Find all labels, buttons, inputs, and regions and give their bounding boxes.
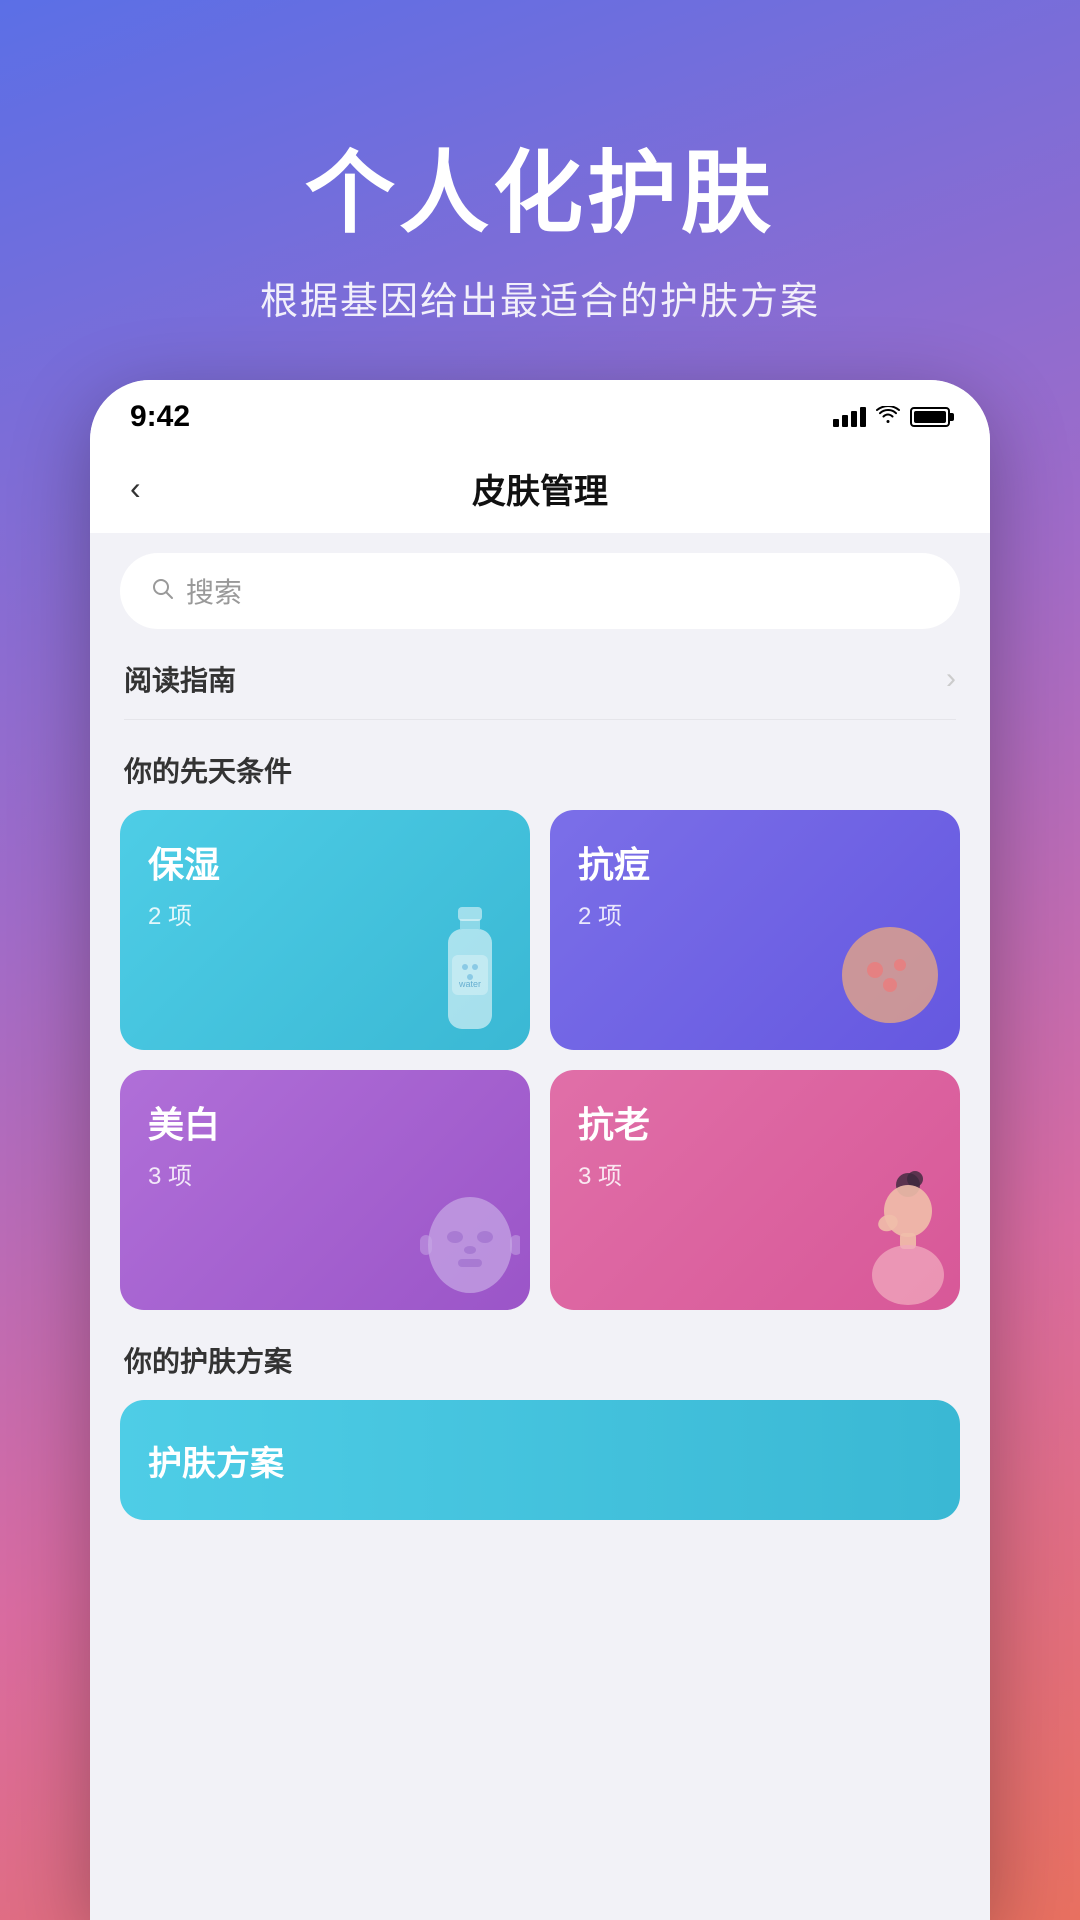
card-acne-title: 抗痘 bbox=[578, 836, 932, 888]
innate-section-label: 你的先天条件 bbox=[124, 750, 956, 790]
acne-illustration bbox=[830, 915, 940, 1030]
status-icons bbox=[833, 404, 950, 430]
card-whitening-title: 美白 bbox=[148, 1096, 502, 1148]
battery-icon bbox=[910, 407, 950, 427]
cards-grid: 保湿 2 项 bbox=[120, 810, 960, 1310]
card-moisture[interactable]: 保湿 2 项 bbox=[120, 810, 530, 1050]
guide-arrow-icon: › bbox=[946, 662, 956, 696]
card-moisture-title: 保湿 bbox=[148, 836, 502, 888]
status-bar: 9:42 bbox=[90, 380, 990, 444]
hero-subtitle: 根据基因给出最适合的护肤方案 bbox=[60, 270, 1020, 325]
skincare-plan-title: 护肤方案 bbox=[148, 1436, 284, 1485]
skincare-section-label: 你的护肤方案 bbox=[124, 1340, 956, 1380]
card-antiaging[interactable]: 抗老 3 项 bbox=[550, 1070, 960, 1310]
hero-title: 个人化护肤 bbox=[60, 120, 1020, 250]
skincare-plan-card[interactable]: 护肤方案 bbox=[120, 1400, 960, 1520]
bottle-illustration: water bbox=[430, 905, 510, 1050]
person-illustration bbox=[850, 1165, 950, 1310]
hero-section: 个人化护肤 根据基因给出最适合的护肤方案 bbox=[0, 0, 1080, 385]
guide-label: 阅读指南 bbox=[124, 659, 236, 699]
mask-illustration bbox=[410, 1185, 520, 1300]
page-title: 皮肤管理 bbox=[472, 464, 608, 513]
svg-text:water: water bbox=[458, 979, 481, 989]
card-antiaging-title: 抗老 bbox=[578, 1096, 932, 1148]
card-whitening[interactable]: 美白 3 项 bbox=[120, 1070, 530, 1310]
signal-icon bbox=[833, 407, 866, 427]
search-icon bbox=[150, 576, 174, 607]
phone-mockup: 9:42 ‹ 皮肤管理 bbox=[90, 380, 990, 1920]
card-acne[interactable]: 抗痘 2 项 bbox=[550, 810, 960, 1050]
separator bbox=[124, 719, 956, 720]
status-time: 9:42 bbox=[130, 400, 190, 434]
search-bar[interactable]: 搜索 bbox=[120, 553, 960, 629]
search-placeholder: 搜索 bbox=[186, 571, 242, 611]
wifi-icon bbox=[876, 404, 900, 430]
nav-bar: ‹ 皮肤管理 bbox=[90, 444, 990, 533]
content-area: 搜索 阅读指南 › 你的先天条件 保湿 2 项 bbox=[90, 533, 990, 1920]
guide-section[interactable]: 阅读指南 › bbox=[120, 659, 960, 699]
back-button[interactable]: ‹ bbox=[130, 470, 141, 507]
